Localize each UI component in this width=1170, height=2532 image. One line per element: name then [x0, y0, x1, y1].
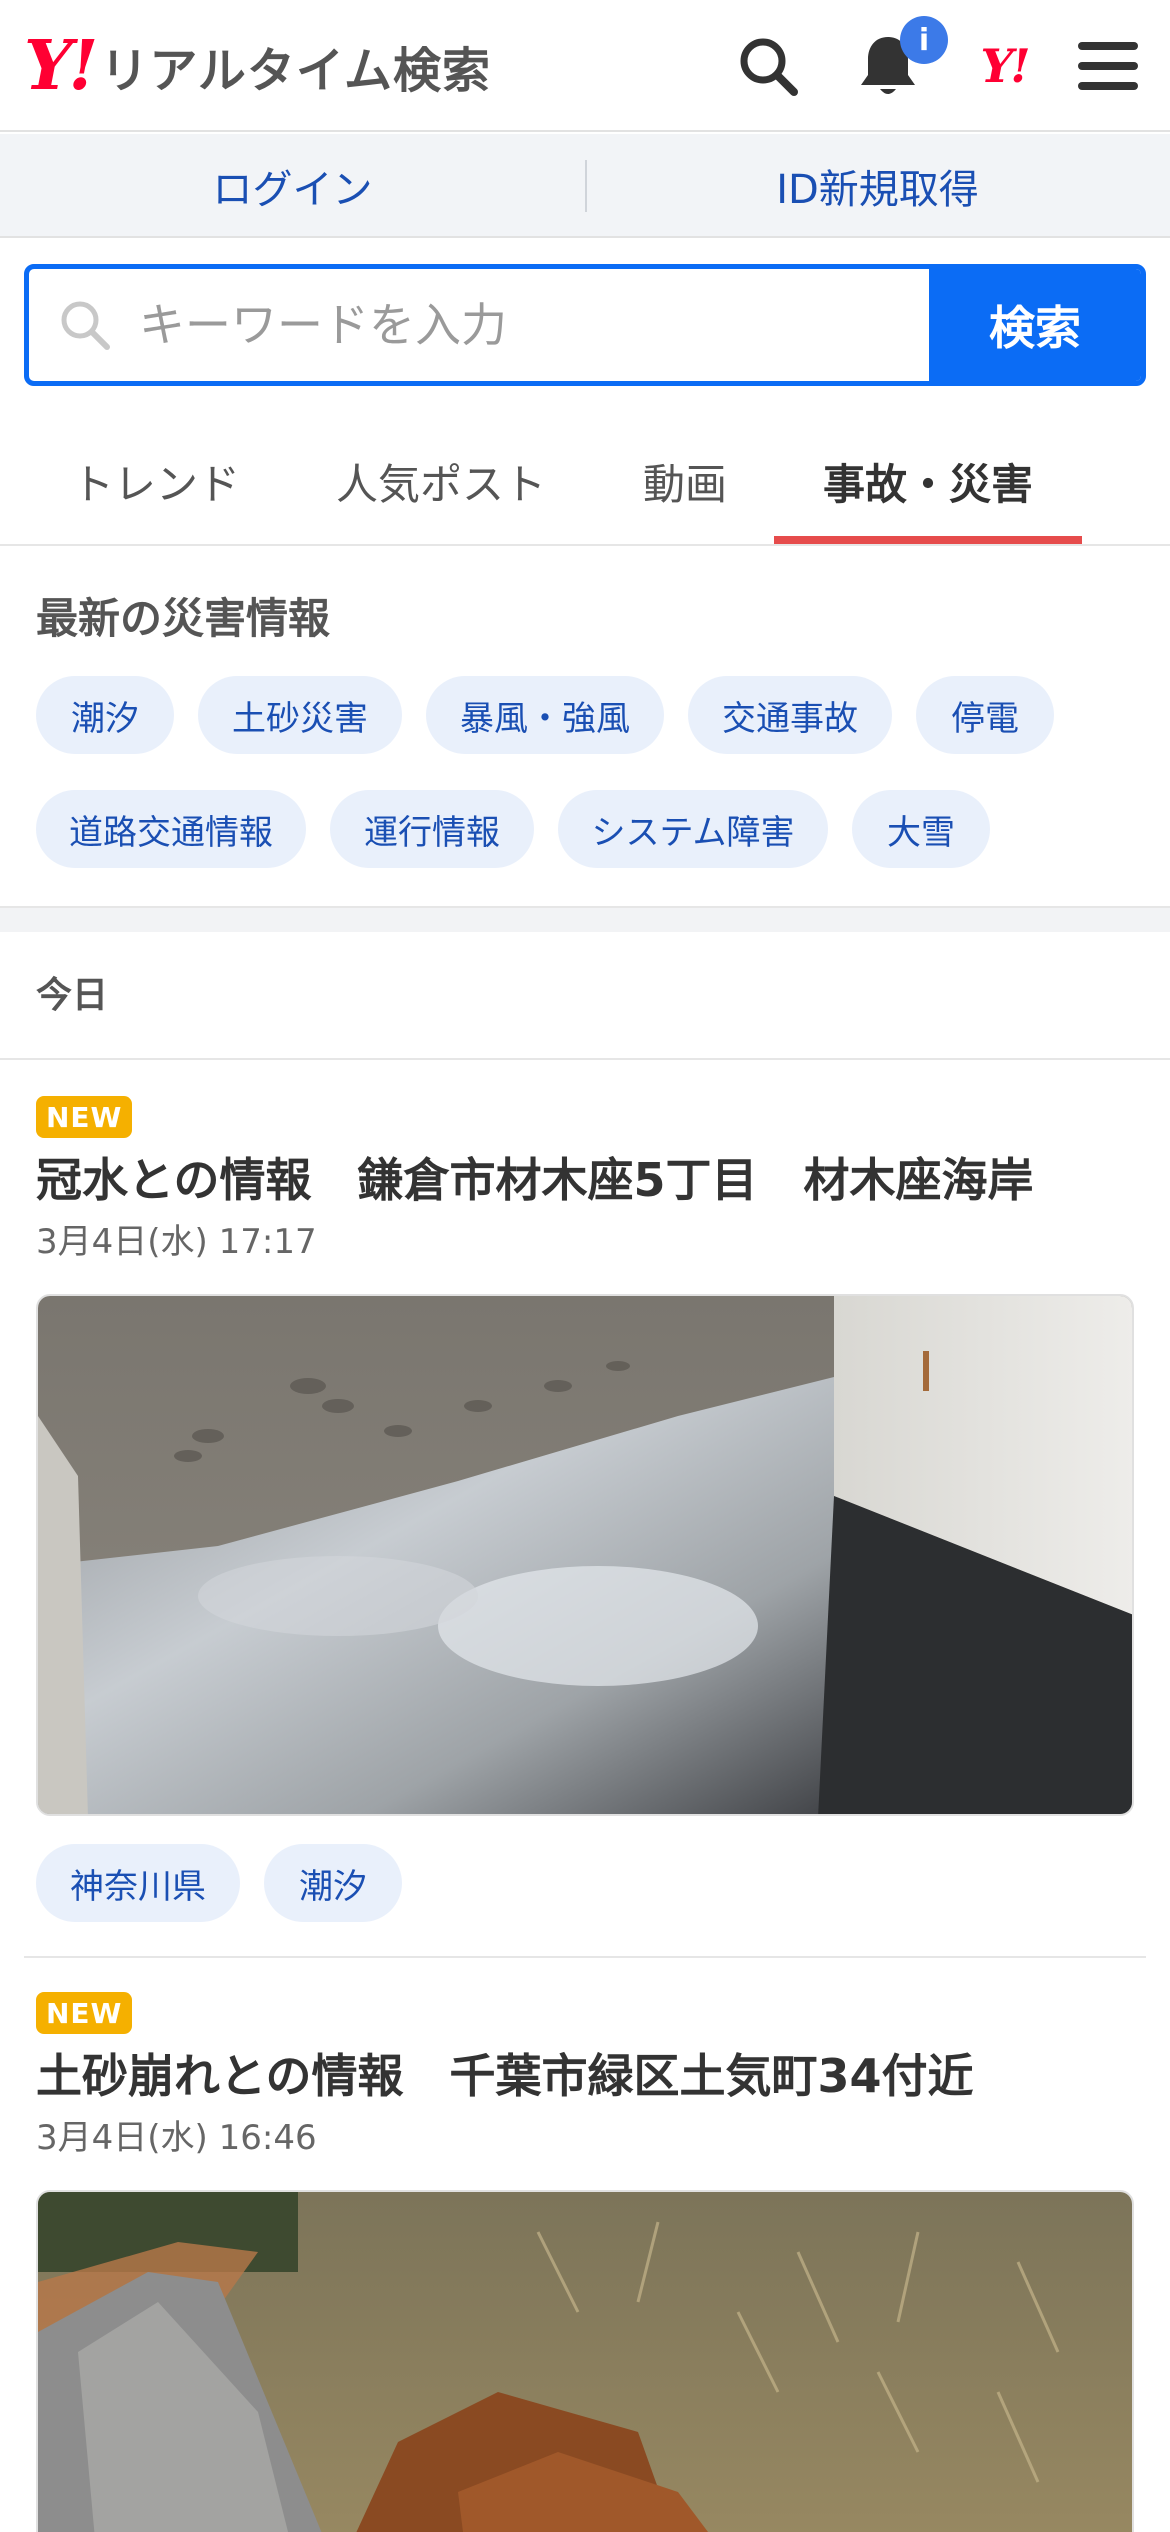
tab-bar: トレンド 人気ポスト 動画 事故・災害	[0, 416, 1170, 546]
app-header: Y! リアルタイム検索 i Y!	[0, 0, 1170, 132]
section-separator	[0, 906, 1170, 932]
yahoo-japan-mark: Y!	[980, 39, 1030, 93]
login-bar-divider	[585, 160, 587, 212]
chip-tide[interactable]: 潮汐	[36, 676, 174, 754]
chip-heavy-snow[interactable]: 大雪	[852, 790, 990, 868]
post-divider	[24, 1956, 1146, 1958]
chip-traffic-accident[interactable]: 交通事故	[688, 676, 892, 754]
yahoo-logo-mark: Y!	[24, 26, 98, 106]
post-tag-kanagawa[interactable]: 神奈川県	[36, 1844, 240, 1922]
login-bar: ログイン ID新規取得	[0, 134, 1170, 238]
day-label: 今日	[36, 975, 109, 1016]
post-timestamp: 3月4日(水) 17:17	[36, 1222, 317, 1262]
register-link[interactable]: ID新規取得	[585, 134, 1170, 238]
post-tag-tide[interactable]: 潮汐	[264, 1844, 402, 1922]
post-image-landslide[interactable]	[36, 2190, 1134, 2532]
tab-accidents-disasters[interactable]: 事故・災害	[774, 416, 1082, 546]
search-input[interactable]	[139, 269, 939, 381]
yahoo-japan-icon[interactable]: Y!	[968, 30, 1040, 102]
divider	[0, 1058, 1170, 1060]
search-button[interactable]: 検索	[929, 269, 1141, 381]
new-badge: NEW	[36, 1096, 133, 1138]
hamburger-menu-icon[interactable]	[1072, 30, 1144, 102]
tab-videos[interactable]: 動画	[610, 416, 760, 546]
post-title[interactable]: 冠水との情報 鎌倉市材木座5丁目 材木座海岸	[36, 1144, 1034, 1210]
chip-storm[interactable]: 暴風・強風	[426, 676, 664, 754]
chip-service-info[interactable]: 運行情報	[330, 790, 534, 868]
search-icon[interactable]	[732, 30, 804, 102]
chip-landslide[interactable]: 土砂災害	[198, 676, 402, 754]
active-tab-indicator	[774, 536, 1082, 544]
chip-road-traffic[interactable]: 道路交通情報	[36, 790, 306, 868]
post-title[interactable]: 土砂崩れとの情報 千葉市緑区土気町34付近	[36, 2040, 974, 2106]
disaster-section-title: 最新の災害情報	[36, 594, 331, 643]
tab-trend[interactable]: トレンド	[36, 416, 276, 546]
logo-title: リアルタイム検索	[100, 43, 491, 99]
chip-system-failure[interactable]: システム障害	[558, 790, 828, 868]
yahoo-realtime-logo[interactable]: Y! リアルタイム検索	[24, 30, 491, 102]
chip-power-outage[interactable]: 停電	[916, 676, 1054, 754]
notification-badge: i	[900, 16, 948, 64]
search-field-icon	[61, 301, 110, 350]
search-box: 検索	[24, 264, 1146, 386]
page: Y! リアルタイム検索 i Y! ログイン ID新規取得 キーワードを入力 検索…	[0, 0, 1170, 2532]
login-link[interactable]: ログイン	[0, 134, 585, 238]
post-timestamp: 3月4日(水) 16:46	[36, 2118, 317, 2158]
tab-popular-posts[interactable]: 人気ポスト	[316, 416, 566, 546]
new-badge: NEW	[36, 1992, 133, 2034]
post-image-flooded-beach[interactable]	[36, 1294, 1134, 1816]
